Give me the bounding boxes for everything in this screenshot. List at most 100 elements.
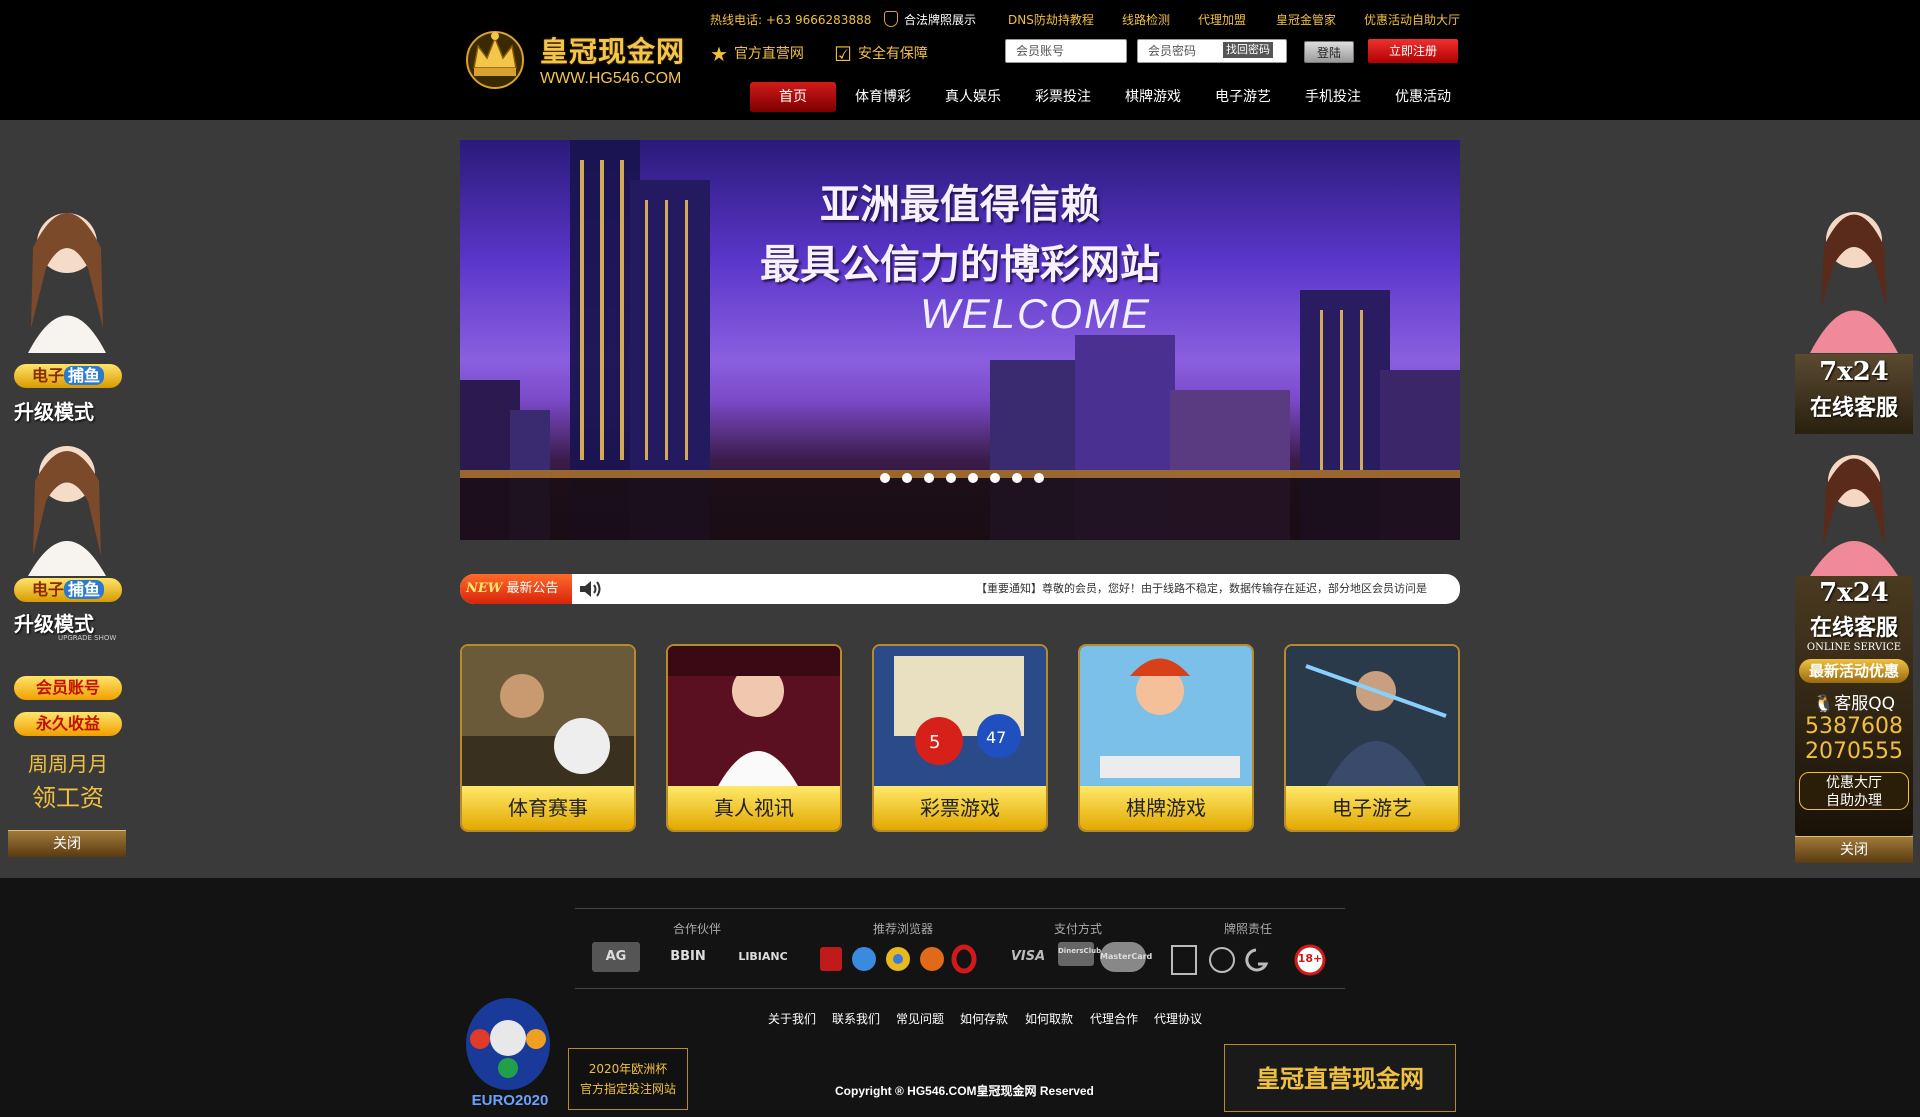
game-card-chess[interactable]: 棋牌游戏 [1078,644,1254,832]
emblem-icon [1209,947,1235,973]
hg-direct-badge[interactable]: 皇冠直营现金网 [1224,1044,1456,1112]
announcement-text[interactable]: 【重要通知】尊敬的会员，您好！由于线路不稳定，数据传输存在延迟，部分地区会员访问… [976,574,1460,604]
footer-link-faq[interactable]: 常见问题 [896,1010,944,1027]
nav-live-casino[interactable]: 真人娱乐 [930,82,1016,112]
slide-dot[interactable] [902,473,912,483]
slide-dot[interactable] [946,473,956,483]
nav-mobile[interactable]: 手机投注 [1290,82,1376,112]
butler-link[interactable]: 皇冠金管家 [1276,11,1336,28]
footer-divider [575,908,1345,909]
euro2020-text: EURO2020 [471,1092,549,1109]
slide-dot[interactable] [968,473,978,483]
promo-hall-link[interactable]: 优惠活动自助大厅 [1364,11,1460,28]
slide-dot[interactable] [1034,473,1044,483]
euro-cup-badge: 2020年欧洲杯 官方指定投注网站 [568,1048,688,1110]
dns-tutorial-link[interactable]: DNS防劫持教程 [1008,11,1094,28]
ag-logo: AG [592,942,640,972]
svg-text:47: 47 [986,728,1006,747]
announcement-label: NEW 最新公告 [460,574,572,604]
star-icon: ★ [710,42,728,66]
speaker-icon [580,581,601,597]
model-image [8,426,126,576]
payments-heading: 支付方式 [1053,922,1102,936]
qq-number-2[interactable]: 2070555 [1795,739,1913,764]
game-card-lottery[interactable]: 5 47 彩票游戏 [872,644,1048,832]
nav-lottery[interactable]: 彩票投注 [1020,82,1106,112]
checkbox-icon: ☑ [834,42,852,66]
right-float-close-button[interactable]: 关闭 [1795,836,1913,863]
nav-chess-cards[interactable]: 棋牌游戏 [1110,82,1196,112]
game-card-slots[interactable]: 电子游艺 [1284,644,1460,832]
left-float-ad[interactable]: 电子 捕鱼 升级模式 电子 捕鱼 升级模式 UPGRADE SHOW 会员账号 永久… [8,188,126,858]
site-logo[interactable]: 皇冠现金网 WWW.HG546.COM [460,22,690,92]
line-check-link[interactable]: 线路检测 [1122,11,1170,28]
chess-card-image [1080,646,1252,786]
game-label: 真人视讯 [668,786,840,830]
qq-icon: 🐧 [1813,694,1835,714]
online-service-text: 在线客服 [1809,395,1898,421]
lottery-image: 5 47 [874,646,1046,786]
upgrade-mode-text: 升级模式 [14,612,94,636]
bbin-logo: BBIN [670,949,706,964]
footer-divider [575,988,1345,989]
qq-number-1[interactable]: 5387608 [1795,714,1913,739]
brand-name: 皇冠现金网 [540,35,686,68]
game-label: 棋牌游戏 [1080,786,1252,830]
left-float-close-button[interactable]: 关闭 [8,830,126,857]
fishing-tag: 电子 捕鱼 [14,364,122,388]
sports-image [462,646,634,786]
game-label: 体育赛事 [462,786,634,830]
banner-headline: 亚洲最值得信赖 [820,182,1100,228]
site-header: 皇冠现金网 WWW.HG546.COM 热线电话: +63 9666283888… [0,0,1920,120]
age-limit-text: 18+ [1297,952,1323,965]
member-account-tag: 会员账号 [14,676,122,700]
game-card-sports[interactable]: 体育赛事 [460,644,636,832]
nav-home[interactable]: 首页 [750,82,836,112]
footer-link-agent-coop[interactable]: 代理合作 [1090,1010,1138,1027]
service-panel: 7x24 在线客服 ONLINE SERVICE 最新活动优惠 🐧客服QQ 53… [1795,576,1913,836]
euro-cup-line1: 2020年欧洲杯 [588,1062,668,1076]
flash-icon [820,947,842,971]
latest-promo-button[interactable]: 最新活动优惠 [1799,659,1909,683]
partners-heading: 合作伙伴 [672,922,721,936]
footer-link-agent-terms[interactable]: 代理协议 [1154,1010,1202,1027]
hero-banner[interactable]: 亚洲最值得信赖 最具公信力的博彩网站 WELCOME [460,140,1460,540]
forgot-password-button[interactable]: 找回密码 [1223,42,1273,58]
fishing-tag: 电子 捕鱼 [14,578,122,602]
right-float-service[interactable]: 7x24 在线客服 7x24 在线客服 ONLINE SERVICE 最新活动优… [1795,188,1913,863]
nav-promotions[interactable]: 优惠活动 [1380,82,1466,112]
euro-cup-line2: 官方指定投注网站 [579,1082,676,1096]
register-button[interactable]: 立即注册 [1368,39,1458,63]
service-badge[interactable]: 7x24 在线客服 [1795,354,1913,434]
agent-join-link[interactable]: 代理加盟 [1198,11,1246,28]
slide-dot[interactable] [1012,473,1022,483]
browsers-heading: 推荐浏览器 [872,922,933,936]
shield-icon [884,11,898,27]
game-card-live[interactable]: 真人视讯 [666,644,842,832]
svg-text:5: 5 [929,732,940,753]
footer-link-contact[interactable]: 联系我们 [832,1010,880,1027]
nav-slots[interactable]: 电子游艺 [1200,82,1286,112]
upgrade-mode-text: 升级模式 [14,400,94,424]
footer-link-deposit[interactable]: 如何存款 [960,1010,1008,1027]
libianc-logo: LIBIANC [738,950,788,963]
slide-dot[interactable] [990,473,1000,483]
live-dealer-image [668,646,840,786]
footer-link-withdraw[interactable]: 如何取款 [1025,1010,1073,1027]
banner-subheadline: 最具公信力的博彩网站 [760,242,1160,288]
promo-hall-button[interactable]: 优惠大厅 自助办理 [1799,772,1909,810]
gamcare-icon [1245,948,1269,972]
ie-icon [852,947,876,971]
online-service-en: ONLINE SERVICE [1806,642,1902,653]
slide-dot[interactable] [924,473,934,483]
feature-safety: ☑ 安全有保障 [834,42,928,66]
slide-dot[interactable] [880,473,890,483]
weekly-salary-line1: 周周月月 [28,752,108,776]
login-button[interactable]: 登陆 [1304,41,1354,63]
account-input[interactable]: 会员账号 [1005,39,1127,63]
nav-sports[interactable]: 体育博彩 [840,82,926,112]
license-link[interactable]: 合法牌照展示 [884,11,976,28]
forever-income-tag: 永久收益 [14,712,122,736]
feature-official: ★ 官方直营网 [710,42,804,66]
footer-link-about[interactable]: 关于我们 [768,1010,816,1027]
